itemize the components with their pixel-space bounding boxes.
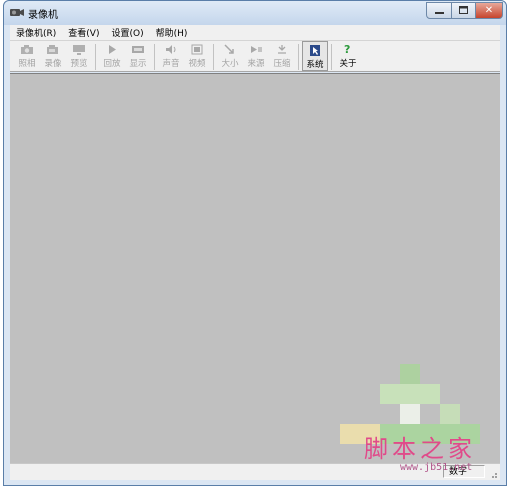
watermark-pixel bbox=[380, 384, 440, 404]
audio-button[interactable]: 声音 bbox=[158, 41, 184, 71]
minimize-icon bbox=[434, 12, 444, 14]
play-icon bbox=[109, 44, 116, 54]
about-label: 关于 bbox=[339, 59, 357, 69]
compress-icon bbox=[278, 44, 286, 54]
size-button[interactable]: 大小 bbox=[217, 41, 243, 71]
speaker-icon bbox=[166, 44, 176, 54]
preview-label: 预览 bbox=[70, 59, 88, 69]
size-label: 大小 bbox=[221, 59, 239, 69]
video-label: 视频 bbox=[188, 59, 206, 69]
menu-recorder[interactable]: 录像机(R) bbox=[10, 26, 62, 39]
photo-button[interactable]: 照相 bbox=[14, 41, 40, 71]
film-icon bbox=[191, 44, 203, 54]
source-label: 来源 bbox=[247, 59, 265, 69]
camcorder-icon bbox=[10, 9, 24, 16]
audio-label: 声音 bbox=[162, 59, 180, 69]
system-button[interactable]: 系统 bbox=[302, 41, 328, 71]
menu-bar: 录像机(R) 查看(V) 设置(O) 帮助(H) bbox=[10, 25, 500, 40]
compress-label: 压缩 bbox=[273, 59, 291, 69]
source-icon bbox=[251, 45, 262, 53]
record-button[interactable]: 录像 bbox=[40, 41, 66, 71]
help-icon: ? bbox=[344, 43, 350, 55]
recorder-icon bbox=[47, 44, 58, 54]
display-label: 显示 bbox=[129, 59, 147, 69]
title-bar[interactable]: 录像机 ✕ bbox=[4, 1, 506, 25]
menu-view[interactable]: 查看(V) bbox=[62, 26, 105, 39]
toolbar-separator bbox=[154, 44, 155, 70]
display-icon bbox=[132, 45, 144, 53]
source-button[interactable]: 来源 bbox=[243, 41, 269, 71]
toolbar-separator bbox=[95, 44, 96, 70]
toolbar: 照相 录像 预览 回放 显示 声音 视频 大小 来源 压缩 系统 ? 关于 bbox=[10, 40, 500, 72]
display-button[interactable]: 显示 bbox=[125, 41, 151, 71]
playback-button[interactable]: 回放 bbox=[99, 41, 125, 71]
toolbar-separator bbox=[298, 44, 299, 70]
cursor-icon bbox=[310, 44, 320, 56]
watermark: 脚本之家 www.jb51.net bbox=[340, 364, 500, 474]
svg-text:?: ? bbox=[344, 43, 350, 55]
monitor-icon bbox=[73, 44, 85, 55]
watermark-pixel bbox=[400, 364, 420, 384]
menu-help[interactable]: 帮助(H) bbox=[150, 26, 194, 39]
compress-button[interactable]: 压缩 bbox=[269, 41, 295, 71]
minimize-button[interactable] bbox=[426, 2, 452, 19]
toolbar-separator bbox=[331, 44, 332, 70]
watermark-pixel bbox=[400, 404, 420, 424]
photo-label: 照相 bbox=[18, 59, 36, 69]
about-button[interactable]: ? 关于 bbox=[335, 41, 361, 71]
camera-icon bbox=[21, 44, 33, 54]
record-label: 录像 bbox=[44, 59, 62, 69]
window-title: 录像机 bbox=[28, 10, 58, 21]
system-label: 系统 bbox=[306, 60, 324, 70]
preview-button[interactable]: 预览 bbox=[66, 41, 92, 71]
close-icon: ✕ bbox=[484, 5, 494, 16]
maximize-button[interactable] bbox=[451, 2, 476, 19]
close-button[interactable]: ✕ bbox=[475, 2, 503, 19]
playback-label: 回放 bbox=[103, 59, 121, 69]
watermark-pixel bbox=[440, 404, 460, 424]
maximize-icon bbox=[459, 6, 468, 14]
watermark-url: www.jb51.net bbox=[400, 462, 473, 473]
menu-settings[interactable]: 设置(O) bbox=[105, 26, 149, 39]
watermark-text: 脚本之家 bbox=[364, 435, 476, 463]
video-button[interactable]: 视频 bbox=[184, 41, 210, 71]
toolbar-separator bbox=[213, 44, 214, 70]
resize-icon bbox=[224, 43, 234, 54]
